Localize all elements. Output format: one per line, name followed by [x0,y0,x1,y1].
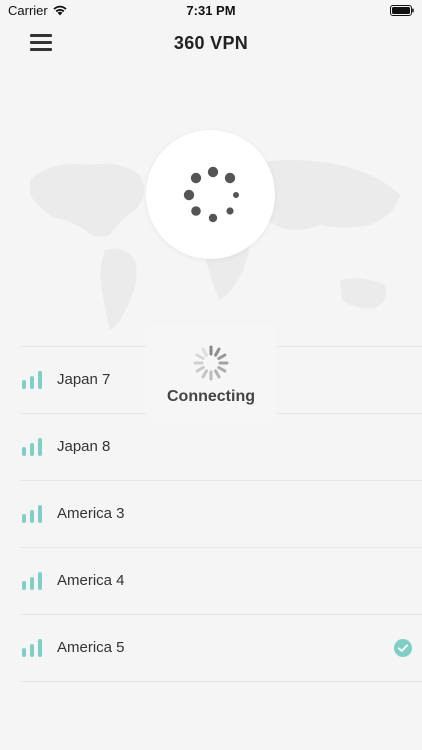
nav-bar: 360 VPN [0,22,422,66]
server-name: America 5 [57,639,125,656]
spinner-icon [193,345,229,381]
connect-button[interactable] [146,130,275,259]
server-name: America 3 [57,505,125,522]
server-name: Japan 7 [57,371,111,388]
signal-strength-icon [22,505,42,523]
server-row[interactable]: Japan 8 [20,413,422,480]
status-bar: Carrier 7:31 PM [0,0,422,22]
page-title: 360 VPN [173,33,249,53]
signal-strength-icon [22,371,42,389]
status-time: 7:31 PM [186,3,236,18]
server-name: America 4 [57,572,125,589]
signal-strength-icon [22,438,42,456]
server-name: Japan 8 [57,438,111,455]
loading-dots-icon [183,166,239,223]
battery-icon [390,5,414,16]
server-row[interactable]: America 3 [20,480,422,547]
signal-strength-icon [22,572,42,590]
server-row[interactable]: America 5 [20,614,422,682]
connecting-overlay: Connecting [146,324,276,422]
server-row[interactable]: America 4 [20,547,422,614]
connecting-label: Connecting [167,388,255,405]
selected-check-icon [394,639,412,657]
signal-strength-icon [22,639,42,657]
